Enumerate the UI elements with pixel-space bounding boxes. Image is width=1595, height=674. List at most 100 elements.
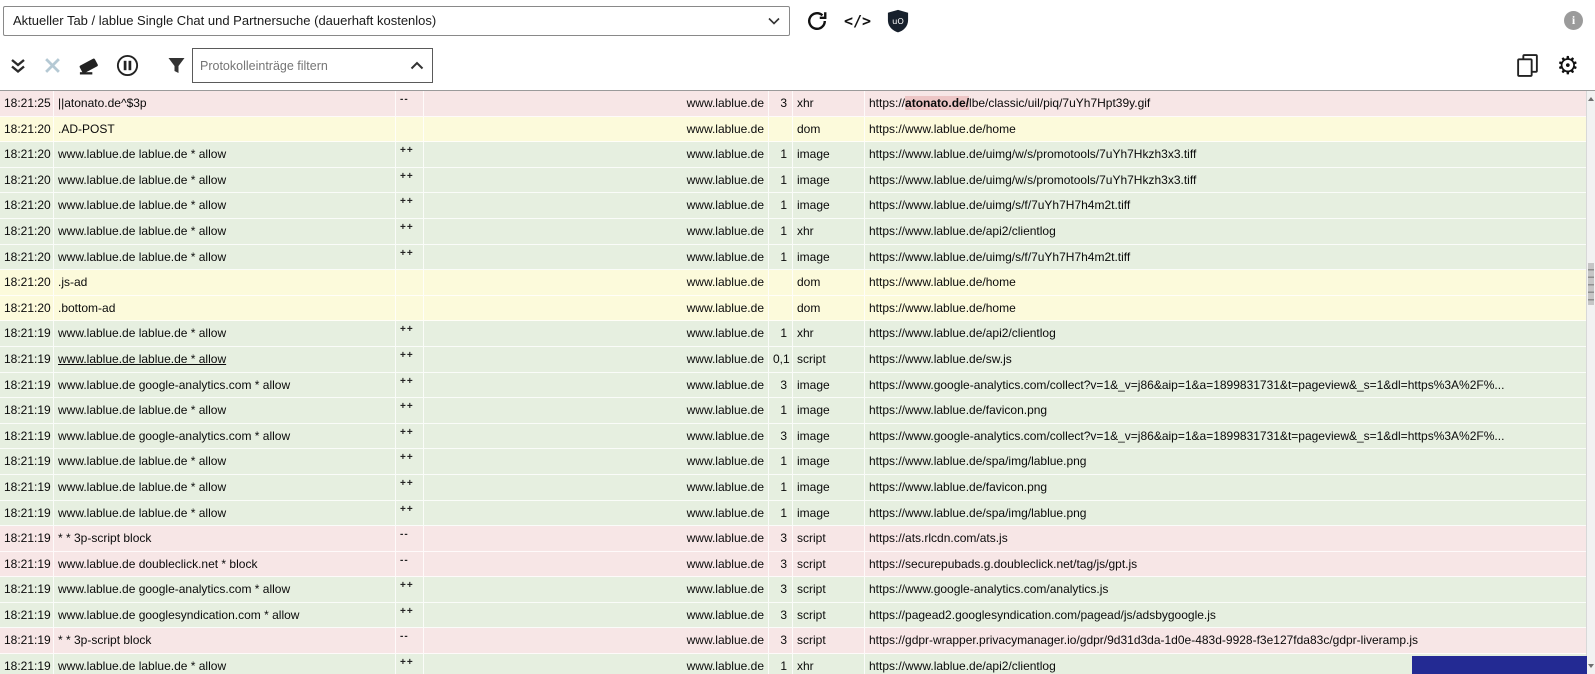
cell-url: https://www.lablue.de/uimg/w/s/promotool… xyxy=(865,142,1595,167)
cell-marker: ++ xyxy=(396,577,424,602)
cell-filter: www.lablue.de lablue.de * allow xyxy=(54,193,396,218)
log-row[interactable]: 18:21:19www.lablue.de google-analytics.c… xyxy=(0,424,1595,450)
cell-filter: www.lablue.de lablue.de * allow xyxy=(54,245,396,270)
cell-count: 3 xyxy=(769,603,793,628)
cell-domain: www.lablue.de xyxy=(424,654,769,674)
gear-icon: ⚙ xyxy=(1557,53,1579,78)
code-view-button[interactable]: </> xyxy=(844,12,871,30)
triangle-up-icon xyxy=(1588,97,1594,101)
filter-funnel-button[interactable] xyxy=(167,57,186,75)
cell-filter: www.lablue.de lablue.de * allow xyxy=(54,168,396,193)
cell-marker: -- xyxy=(396,91,424,116)
cell-time: 18:21:19 xyxy=(0,628,54,653)
log-row[interactable]: 18:21:19www.lablue.de lablue.de * allow+… xyxy=(0,475,1595,501)
log-row[interactable]: 18:21:19www.lablue.de google-analytics.c… xyxy=(0,577,1595,603)
cell-count: 1 xyxy=(769,398,793,423)
cell-filter: www.lablue.de doubleclick.net * block xyxy=(54,552,396,577)
log-row[interactable]: 18:21:19www.lablue.de lablue.de * allow+… xyxy=(0,501,1595,527)
scroll-down-arrow[interactable] xyxy=(1587,660,1595,672)
cell-filter: www.lablue.de googlesyndication.com * al… xyxy=(54,603,396,628)
cell-url: https://www.lablue.de/api2/clientlog xyxy=(865,219,1595,244)
clear-log-button[interactable] xyxy=(44,57,61,74)
cell-filter: ||atonato.de^$3p xyxy=(54,91,396,116)
cell-marker: ++ xyxy=(396,501,424,526)
cell-time: 18:21:25 xyxy=(0,91,54,116)
cell-type: script xyxy=(793,526,865,551)
cell-count: 3 xyxy=(769,628,793,653)
tab-selector[interactable]: Aktueller Tab / lablue Single Chat und P… xyxy=(3,6,790,36)
log-row[interactable]: 18:21:20www.lablue.de lablue.de * allow+… xyxy=(0,142,1595,168)
scroll-up-arrow[interactable] xyxy=(1587,93,1595,105)
cell-marker: -- xyxy=(396,628,424,653)
settings-button[interactable]: ⚙ xyxy=(1557,53,1579,78)
cell-url: https://www.lablue.de/spa/img/lablue.png xyxy=(865,449,1595,474)
close-icon xyxy=(44,57,61,74)
cell-domain: www.lablue.de xyxy=(424,117,769,142)
cell-type: image xyxy=(793,449,865,474)
cell-marker: ++ xyxy=(396,193,424,218)
log-row[interactable]: 18:21:20www.lablue.de lablue.de * allow+… xyxy=(0,168,1595,194)
filter-collapse-button[interactable] xyxy=(402,49,432,82)
pause-button[interactable] xyxy=(116,54,139,77)
log-row[interactable]: 18:21:20.AD-POSTwww.lablue.dedomhttps://… xyxy=(0,117,1595,143)
cell-type: image xyxy=(793,193,865,218)
info-icon[interactable]: i xyxy=(1564,11,1583,30)
log-row[interactable]: 18:21:20.js-adwww.lablue.dedomhttps://ww… xyxy=(0,270,1595,296)
log-row[interactable]: 18:21:19www.lablue.de lablue.de * allow+… xyxy=(0,347,1595,373)
cell-time: 18:21:19 xyxy=(0,321,54,346)
code-icon: </> xyxy=(844,12,871,30)
cell-domain: www.lablue.de xyxy=(424,628,769,653)
copy-icon xyxy=(1516,53,1539,78)
cell-type: image xyxy=(793,398,865,423)
cell-time: 18:21:20 xyxy=(0,270,54,295)
cell-count xyxy=(769,270,793,295)
cell-count: 1 xyxy=(769,245,793,270)
cell-marker: -- xyxy=(396,526,424,551)
cell-marker xyxy=(396,270,424,295)
eraser-button[interactable] xyxy=(77,55,100,76)
cell-domain: www.lablue.de xyxy=(424,321,769,346)
log-row[interactable]: 18:21:19www.lablue.de doubleclick.net * … xyxy=(0,552,1595,578)
cell-filter: www.lablue.de lablue.de * allow xyxy=(54,347,396,372)
log-row[interactable]: 18:21:19www.lablue.de lablue.de * allow+… xyxy=(0,654,1595,674)
log-row[interactable]: 18:21:19* * 3p-script block--www.lablue.… xyxy=(0,628,1595,654)
cell-marker: ++ xyxy=(396,475,424,500)
cell-count: 1 xyxy=(769,193,793,218)
log-row[interactable]: 18:21:19www.lablue.de lablue.de * allow+… xyxy=(0,398,1595,424)
log-row[interactable]: 18:21:19www.lablue.de lablue.de * allow+… xyxy=(0,449,1595,475)
pause-icon xyxy=(116,54,139,77)
collapse-all-button[interactable] xyxy=(8,56,28,76)
cell-marker: ++ xyxy=(396,347,424,372)
cell-time: 18:21:19 xyxy=(0,526,54,551)
vertical-scrollbar[interactable] xyxy=(1586,91,1595,674)
log-row[interactable]: 18:21:19www.lablue.de googlesyndication.… xyxy=(0,603,1595,629)
cell-domain: www.lablue.de xyxy=(424,475,769,500)
log-row[interactable]: 18:21:20www.lablue.de lablue.de * allow+… xyxy=(0,193,1595,219)
log-row[interactable]: 18:21:20.bottom-adwww.lablue.dedomhttps:… xyxy=(0,296,1595,322)
cell-time: 18:21:19 xyxy=(0,347,54,372)
cell-url: https://securepubads.g.doubleclick.net/t… xyxy=(865,552,1595,577)
log-row[interactable]: 18:21:19* * 3p-script block--www.lablue.… xyxy=(0,526,1595,552)
copy-button[interactable] xyxy=(1516,53,1539,78)
cell-time: 18:21:19 xyxy=(0,449,54,474)
cell-count: 1 xyxy=(769,219,793,244)
filter-input[interactable] xyxy=(193,49,402,82)
log-row[interactable]: 18:21:25||atonato.de^$3p--www.lablue.de3… xyxy=(0,91,1595,117)
log-row[interactable]: 18:21:19www.lablue.de google-analytics.c… xyxy=(0,373,1595,399)
scroll-thumb[interactable] xyxy=(1588,263,1594,305)
cell-time: 18:21:19 xyxy=(0,501,54,526)
cell-time: 18:21:19 xyxy=(0,424,54,449)
ublock-logo-button[interactable]: uO xyxy=(887,9,909,33)
cell-filter: www.lablue.de lablue.de * allow xyxy=(54,142,396,167)
cell-count: 3 xyxy=(769,373,793,398)
log-row[interactable]: 18:21:20www.lablue.de lablue.de * allow+… xyxy=(0,219,1595,245)
refresh-button[interactable] xyxy=(806,10,828,32)
cell-time: 18:21:19 xyxy=(0,398,54,423)
cell-type: xhr xyxy=(793,321,865,346)
cell-count: 3 xyxy=(769,91,793,116)
log-row[interactable]: 18:21:19www.lablue.de lablue.de * allow+… xyxy=(0,321,1595,347)
cell-marker: -- xyxy=(396,552,424,577)
cell-filter: www.lablue.de google-analytics.com * all… xyxy=(54,424,396,449)
log-row[interactable]: 18:21:20www.lablue.de lablue.de * allow+… xyxy=(0,245,1595,271)
cell-marker: ++ xyxy=(396,373,424,398)
